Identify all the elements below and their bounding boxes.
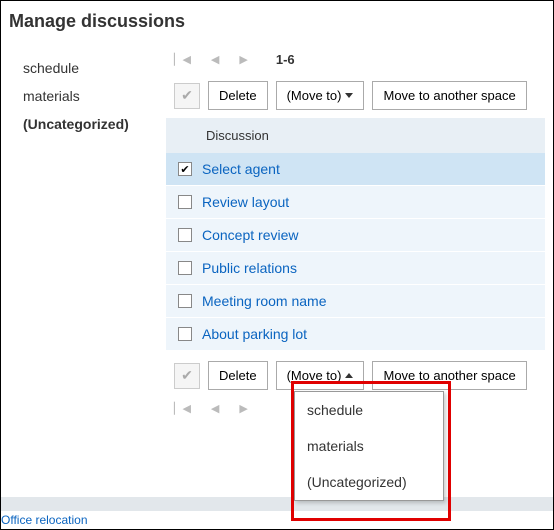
move-to-label: (Move to): [287, 368, 342, 383]
footer-bar: [1, 497, 553, 511]
caret-up-icon: [345, 373, 353, 378]
move-to-dropdown: schedule materials (Uncategorized): [294, 391, 444, 501]
row-checkbox[interactable]: [178, 228, 192, 242]
table-row[interactable]: Meeting room name: [166, 285, 545, 318]
table-row[interactable]: Public relations: [166, 252, 545, 285]
dropdown-item-materials[interactable]: materials: [295, 428, 443, 464]
move-to-button[interactable]: (Move to): [276, 81, 365, 110]
discussion-link[interactable]: About parking lot: [202, 326, 307, 342]
discussion-link[interactable]: Public relations: [202, 260, 297, 276]
pager-next-icon[interactable]: ▶: [239, 402, 247, 415]
row-checkbox[interactable]: [178, 327, 192, 341]
discussion-link[interactable]: Review layout: [202, 194, 289, 210]
sidebar: schedule materials (Uncategorized): [1, 46, 166, 421]
pager-top: ▏◀ ◀ ▶ 1-6: [166, 46, 545, 77]
pager-first-icon[interactable]: ▏◀: [174, 402, 191, 415]
pager-first-icon[interactable]: ▏◀: [174, 53, 191, 66]
sidebar-item-uncategorized[interactable]: (Uncategorized): [1, 110, 166, 138]
move-space-button-bottom[interactable]: Move to another space: [372, 361, 526, 390]
pager-range: 1-6: [276, 52, 295, 67]
dropdown-item-schedule[interactable]: schedule: [295, 392, 443, 428]
select-all-checkbox-bottom[interactable]: ✔: [174, 363, 200, 389]
pager-prev-icon[interactable]: ◀: [211, 402, 219, 415]
pager-next-icon[interactable]: ▶: [239, 53, 247, 66]
delete-button[interactable]: Delete: [208, 81, 268, 110]
move-to-label: (Move to): [287, 88, 342, 103]
footer-link[interactable]: Office relocation: [1, 511, 88, 529]
caret-down-icon: [345, 93, 353, 98]
table-row[interactable]: Concept review: [166, 219, 545, 252]
discussion-link[interactable]: Meeting room name: [202, 293, 327, 309]
select-all-checkbox[interactable]: ✔: [174, 83, 200, 109]
toolbar-bottom: ✔ Delete (Move to) Move to another space…: [166, 351, 545, 396]
move-space-button[interactable]: Move to another space: [372, 81, 526, 110]
table-row[interactable]: Review layout: [166, 186, 545, 219]
page-title: Manage discussions: [9, 11, 545, 32]
discussion-link[interactable]: Concept review: [202, 227, 299, 243]
row-checkbox[interactable]: [178, 195, 192, 209]
dropdown-item-uncategorized[interactable]: (Uncategorized): [295, 464, 443, 500]
row-checkbox[interactable]: ✔: [178, 162, 192, 176]
sidebar-item-materials[interactable]: materials: [1, 82, 166, 110]
toolbar-top: ✔ Delete (Move to) Move to another space: [166, 77, 545, 118]
table-row[interactable]: ✔ Select agent: [166, 153, 545, 186]
move-to-button-bottom[interactable]: (Move to): [276, 361, 365, 390]
discussion-link[interactable]: Select agent: [202, 161, 280, 177]
pager-prev-icon[interactable]: ◀: [211, 53, 219, 66]
delete-button-bottom[interactable]: Delete: [208, 361, 268, 390]
table-header: Discussion: [166, 118, 545, 153]
table-row[interactable]: About parking lot: [166, 318, 545, 351]
sidebar-item-schedule[interactable]: schedule: [1, 54, 166, 82]
row-checkbox[interactable]: [178, 294, 192, 308]
row-checkbox[interactable]: [178, 261, 192, 275]
